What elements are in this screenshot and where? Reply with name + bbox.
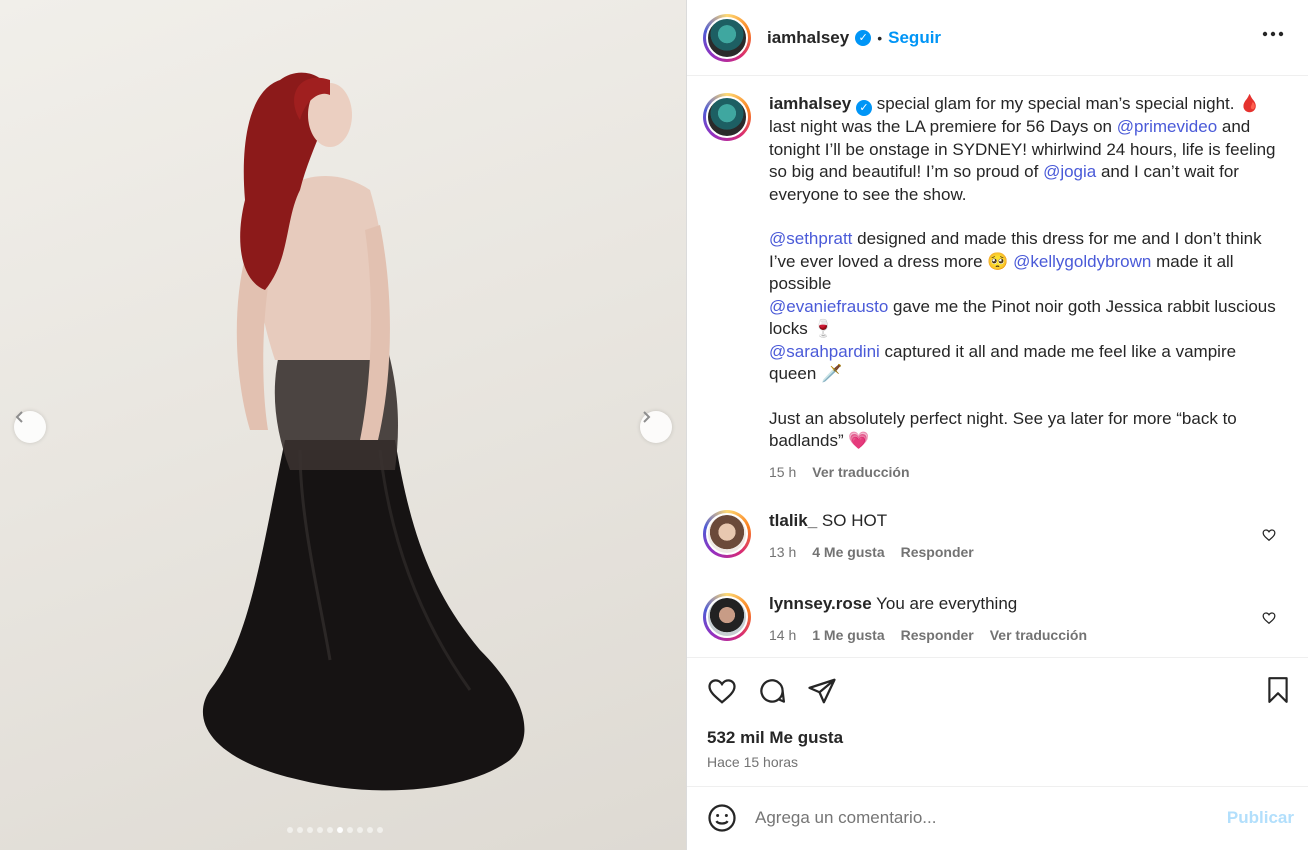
chevron-left-icon	[15, 411, 23, 423]
like-heart-icon[interactable]	[707, 676, 737, 706]
comment-username[interactable]: lynnsey.rose	[769, 594, 872, 613]
author-avatar[interactable]	[703, 13, 751, 62]
translate-link[interactable]: Ver traducción	[990, 624, 1087, 647]
comment-text: You are everything	[871, 594, 1018, 613]
publish-button[interactable]: Publicar	[1227, 808, 1294, 828]
comment-time[interactable]: 14 h	[769, 624, 796, 647]
author-avatar[interactable]	[703, 93, 751, 141]
comment-bubble-icon[interactable]	[757, 676, 787, 706]
commenter-avatar[interactable]	[703, 593, 751, 641]
carousel-dot	[357, 827, 363, 833]
carousel-dot	[347, 827, 353, 833]
post-actions: 532 mil Me gusta Hace 15 horas Publicar	[687, 657, 1308, 848]
reply-button[interactable]: Responder	[901, 624, 974, 647]
heart-icon[interactable]	[1262, 528, 1276, 542]
carousel-dot	[327, 827, 333, 833]
verified-badge-icon: ✓	[855, 29, 872, 46]
heart-icon[interactable]	[1262, 611, 1276, 625]
bookmark-icon[interactable]	[1265, 676, 1291, 704]
comment-input[interactable]	[753, 807, 1197, 829]
share-send-icon[interactable]	[807, 676, 837, 706]
carousel-dot	[287, 827, 293, 833]
separator: •	[877, 29, 883, 46]
comment: tlalik_ SO HOT 13 h 4 Me gusta Responder	[703, 510, 1292, 563]
likes-count[interactable]: 532 mil Me gusta	[707, 728, 843, 748]
translate-link[interactable]: Ver traducción	[812, 461, 909, 484]
caption: iamhalsey ✓ special glam for my special …	[703, 93, 1292, 483]
comment-username[interactable]: tlalik_	[769, 511, 817, 530]
comment-text: SO HOT	[817, 511, 888, 530]
post-time[interactable]: Hace 15 horas	[707, 754, 798, 770]
caption-time[interactable]: 15 h	[769, 461, 796, 484]
author-username[interactable]: iamhalsey	[767, 28, 849, 48]
carousel-dot	[317, 827, 323, 833]
mention-link[interactable]: @evaniefrausto	[769, 297, 888, 316]
carousel-dot	[367, 827, 373, 833]
comment-likes[interactable]: 4 Me gusta	[812, 541, 884, 564]
comment-likes[interactable]: 1 Me gusta	[812, 624, 884, 647]
caption-line: last night was the LA premiere for 56 Da…	[769, 117, 1117, 137]
comment: lynnsey.rose You are everything 14 h 1 M…	[703, 593, 1292, 646]
carousel-indicator	[287, 827, 383, 833]
mention-link[interactable]: @kellygoldybrown	[1013, 252, 1151, 271]
comment-time[interactable]: 13 h	[769, 541, 796, 564]
carousel-dot	[297, 827, 303, 833]
carousel-dot-active	[337, 827, 343, 833]
mention-link[interactable]: @jogia	[1043, 162, 1096, 181]
next-slide-button[interactable]	[640, 411, 672, 443]
caption-username[interactable]: iamhalsey	[769, 94, 851, 113]
emoji-icon[interactable]	[707, 803, 737, 833]
comment-body: lynnsey.rose You are everything 14 h 1 M…	[769, 593, 1087, 646]
reply-button[interactable]: Responder	[901, 541, 974, 564]
carousel-dot	[377, 827, 383, 833]
verified-badge-icon: ✓	[855, 100, 872, 117]
more-options-icon[interactable]	[1262, 24, 1284, 42]
mention-link[interactable]: @primevideo	[1117, 117, 1217, 136]
caption-line: Just an absolutely perfect night. See ya…	[769, 408, 1237, 451]
add-comment-bar: Publicar	[687, 786, 1308, 849]
mention-link[interactable]: @sarahpardini	[769, 342, 880, 361]
post-details-panel: iamhalsey ✓ • Seguir iamhalsey ✓ special…	[686, 0, 1308, 850]
caption-line: special glam for my special man’s specia…	[871, 94, 1261, 113]
follow-button[interactable]: Seguir	[888, 28, 941, 48]
carousel-dot	[307, 827, 313, 833]
comment-body: tlalik_ SO HOT 13 h 4 Me gusta Responder	[769, 510, 974, 563]
post-photo-illustration	[202, 72, 525, 791]
post-header: iamhalsey ✓ • Seguir	[687, 0, 1308, 76]
caption-text: iamhalsey ✓ special glam for my special …	[769, 93, 1277, 483]
chevron-right-icon	[643, 411, 651, 423]
commenter-avatar[interactable]	[703, 510, 751, 558]
comments-scroll-area[interactable]: iamhalsey ✓ special glam for my special …	[687, 77, 1308, 657]
post-image[interactable]	[0, 0, 686, 850]
mention-link[interactable]: @sethpratt	[769, 229, 852, 248]
previous-slide-button[interactable]	[14, 411, 46, 443]
